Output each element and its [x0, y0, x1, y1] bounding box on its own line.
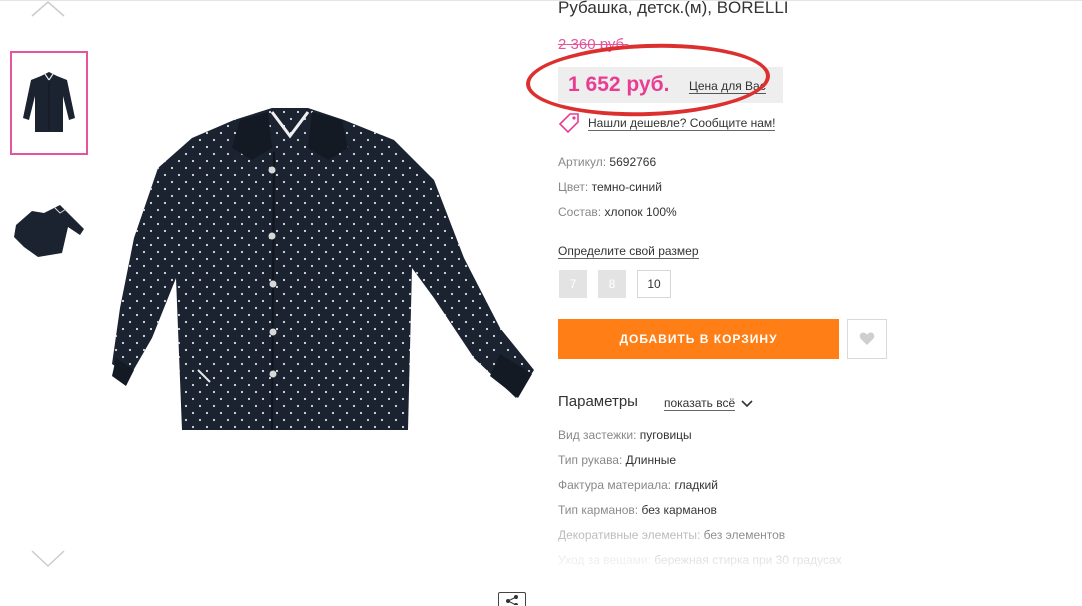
spec-value: темно-синий — [591, 180, 662, 194]
param-key: Вид застежки: — [558, 428, 637, 442]
shirt-image — [112, 108, 534, 431]
chevron-down-icon — [741, 399, 753, 407]
spec-value: 5692766 — [609, 155, 657, 169]
spec-article: Артикул: 5692766 — [558, 155, 656, 169]
share-button[interactable] — [498, 592, 526, 606]
gallery-thumbnail-2[interactable] — [10, 178, 88, 282]
param-row: Тип рукава: Длинные — [558, 453, 676, 467]
parameters-title: Параметры — [558, 393, 638, 410]
param-value: без элементов — [703, 528, 786, 542]
product-title: Рубашка, детск.(м), BORELLI — [558, 0, 789, 17]
heart-icon — [859, 332, 875, 345]
favorite-button[interactable] — [847, 319, 887, 359]
size-guide-link[interactable]: Определите свой размер — [558, 244, 699, 259]
size-option-10[interactable]: 10 — [637, 270, 671, 298]
price-tag-icon — [558, 113, 579, 133]
main-product-image[interactable] — [112, 108, 540, 438]
parameters-fade-overlay — [540, 510, 900, 580]
param-row: Тип карманов: без карманов — [558, 503, 717, 517]
chevron-up-icon — [31, 1, 65, 17]
gallery-thumbnail-1[interactable] — [10, 51, 88, 155]
param-value: Длинные — [625, 453, 677, 467]
param-row: Декоративные элементы: без элементов — [558, 528, 785, 542]
param-value: без карманов — [641, 503, 717, 517]
param-value: гладкий — [674, 478, 718, 492]
spec-color: Цвет: темно-синий — [558, 180, 662, 194]
param-key: Тип рукава: — [558, 453, 623, 467]
size-option-8[interactable]: 8 — [598, 270, 626, 298]
param-key: Фактура материала: — [558, 478, 672, 492]
param-row: Уход за вещами: бережная стирка при 30 г… — [558, 553, 842, 567]
spec-key: Артикул: — [558, 155, 607, 169]
size-option-7[interactable]: 7 — [559, 270, 587, 298]
gallery-down-arrow[interactable] — [30, 548, 66, 568]
gallery-up-arrow[interactable] — [30, 0, 66, 20]
param-row: Вид застежки: пуговицы — [558, 428, 692, 442]
shirt-thumbnail-image — [23, 72, 75, 132]
found-cheaper-text: Нашли дешевле? Сообщите нам! — [588, 115, 776, 131]
found-cheaper-link[interactable]: Нашли дешевле? Сообщите нам! — [558, 113, 776, 133]
spec-value: хлопок 100% — [604, 205, 677, 219]
spec-composition: Состав: хлопок 100% — [558, 205, 677, 219]
chevron-down-icon — [31, 550, 65, 568]
param-key: Уход за вещами: — [558, 553, 651, 567]
show-all-toggle[interactable]: показать всё — [664, 396, 753, 411]
param-value: бережная стирка при 30 градусах — [654, 553, 842, 567]
spec-key: Цвет: — [558, 180, 589, 194]
spec-key: Состав: — [558, 205, 602, 219]
show-all-label: показать всё — [664, 396, 736, 411]
add-to-cart-button[interactable]: ДОБАВИТЬ В КОРЗИНУ — [558, 319, 839, 359]
param-row: Фактура материала: гладкий — [558, 478, 718, 492]
param-value: пуговицы — [639, 428, 692, 442]
shirt-folded-thumbnail-image — [14, 205, 84, 257]
param-key: Тип карманов: — [558, 503, 639, 517]
param-key: Декоративные элементы: — [558, 528, 701, 542]
top-divider — [0, 0, 1082, 1]
share-icon — [506, 594, 518, 605]
